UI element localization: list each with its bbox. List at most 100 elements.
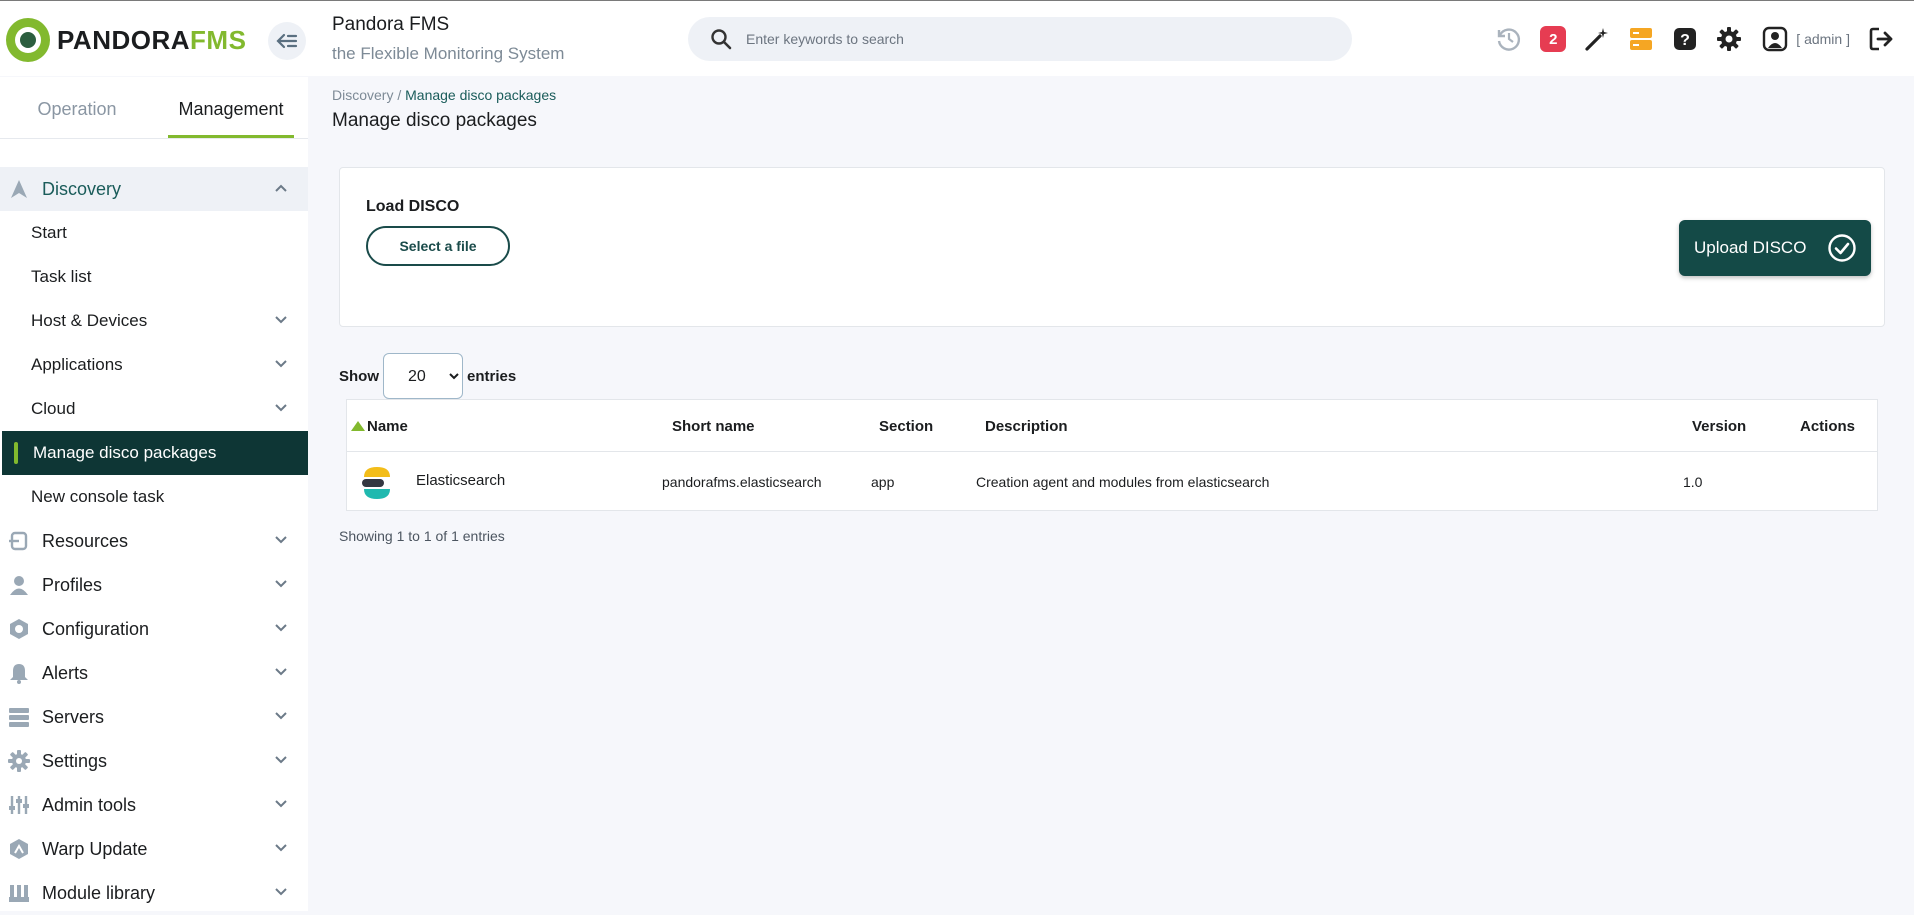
tab-operation[interactable]: Operation <box>0 77 154 138</box>
sidebar-item-host-devices[interactable]: Host & Devices <box>0 299 308 343</box>
chevron-down-icon <box>274 533 288 547</box>
sidebar: Operation Management Discovery Start Tas… <box>0 77 308 911</box>
brand-subtitle: the Flexible Monitoring System <box>332 44 564 64</box>
sidebar-item-label: Module library <box>42 883 155 904</box>
sidebar-item-module-library[interactable]: Module library <box>0 871 308 915</box>
chevron-down-icon <box>274 621 288 635</box>
search-input[interactable] <box>746 31 1246 47</box>
module-library-icon <box>6 880 32 906</box>
chevron-down-icon <box>274 401 288 415</box>
select-file-button[interactable]: Select a file <box>366 226 510 266</box>
collapse-sidebar-button[interactable] <box>268 22 306 60</box>
column-header-name[interactable]: Name <box>367 418 408 435</box>
upload-disco-button[interactable]: Upload DISCO <box>1679 220 1871 276</box>
sidebar-item-label: Resources <box>42 531 128 552</box>
chevron-down-icon <box>274 841 288 855</box>
column-header-section[interactable]: Section <box>879 418 933 435</box>
sidebar-item-admin-tools[interactable]: Admin tools <box>0 783 308 827</box>
chevron-down-icon <box>274 753 288 767</box>
chevron-down-icon <box>274 709 288 723</box>
main-content: Discovery / Manage disco packages Manage… <box>308 77 1914 911</box>
column-header-version[interactable]: Version <box>1692 418 1746 435</box>
sidebar-item-configuration[interactable]: Configuration <box>0 607 308 651</box>
table-row: Elasticsearch pandorafms.elasticsearch a… <box>347 452 1877 510</box>
sort-ascending-icon[interactable] <box>351 421 365 431</box>
sidebar-item-label: Configuration <box>42 619 149 640</box>
sidebar-item-label: Admin tools <box>42 795 136 816</box>
sidebar-item-new-console-task[interactable]: New console task <box>0 475 308 519</box>
sidebar-item-manage-disco-packages[interactable]: Manage disco packages <box>2 431 308 475</box>
notifications-badge: 2 <box>1540 26 1566 52</box>
chevron-down-icon <box>274 885 288 899</box>
sidebar-menu: Discovery Start Task list Host & Devices… <box>0 167 308 915</box>
user-name: [ admin ] <box>1796 31 1850 47</box>
sidebar-item-label: Profiles <box>42 575 102 596</box>
sidebar-item-task-list[interactable]: Task list <box>0 255 308 299</box>
sidebar-item-label: Settings <box>42 751 107 772</box>
sidebar-item-start[interactable]: Start <box>0 211 308 255</box>
sidebar-item-applications[interactable]: Applications <box>0 343 308 387</box>
logo-text: PANDORAFMS <box>57 25 246 56</box>
page-size-select[interactable]: 20 <box>383 353 463 399</box>
magic-wand-icon[interactable] <box>1582 24 1612 54</box>
sidebar-item-alerts[interactable]: Alerts <box>0 651 308 695</box>
column-header-description[interactable]: Description <box>985 418 1068 435</box>
row-description: Creation agent and modules from elastics… <box>976 474 1269 490</box>
row-short-name: pandorafms.elasticsearch <box>662 474 822 490</box>
sidebar-item-profiles[interactable]: Profiles <box>0 563 308 607</box>
top-bar: PANDORAFMS Pandora FMS the Flexible Moni… <box>0 0 1914 76</box>
pandora-logo[interactable]: PANDORAFMS <box>6 17 246 63</box>
svg-text:?: ? <box>1680 32 1690 49</box>
servers-icon <box>6 704 32 730</box>
column-header-short-name[interactable]: Short name <box>672 418 755 435</box>
entries-label: entries <box>467 368 516 385</box>
chevron-down-icon <box>274 665 288 679</box>
chevron-down-icon <box>274 357 288 371</box>
sidebar-item-label: Applications <box>31 355 123 375</box>
upload-disco-label: Upload DISCO <box>1694 238 1806 258</box>
page-title: Manage disco packages <box>332 110 537 132</box>
table-header: Name Short name Section Description Vers… <box>347 400 1877 452</box>
breadcrumb-root[interactable]: Discovery / <box>332 87 401 103</box>
row-section: app <box>871 474 894 490</box>
breadcrumb-current[interactable]: Manage disco packages <box>405 87 556 103</box>
sidebar-item-discovery[interactable]: Discovery <box>0 167 308 211</box>
sidebar-item-label: Discovery <box>42 179 121 200</box>
row-name: Elasticsearch <box>416 472 505 489</box>
history-icon[interactable] <box>1494 24 1524 54</box>
search-bar[interactable] <box>688 17 1352 61</box>
column-header-actions: Actions <box>1800 418 1855 435</box>
sidebar-item-label: Cloud <box>31 399 75 419</box>
logout-icon[interactable] <box>1866 24 1896 54</box>
user-icon <box>6 572 32 598</box>
sidebar-item-label: Alerts <box>42 663 88 684</box>
sidebar-item-resources[interactable]: Resources <box>0 519 308 563</box>
row-version: 1.0 <box>1683 474 1702 490</box>
notifications-button[interactable]: 2 <box>1538 24 1568 54</box>
help-icon[interactable]: ? <box>1670 24 1700 54</box>
search-icon <box>710 28 732 50</box>
sidebar-item-cloud[interactable]: Cloud <box>0 387 308 431</box>
server-status-icon[interactable] <box>1626 24 1656 54</box>
resources-icon <box>6 528 32 554</box>
brand: Pandora FMS the Flexible Monitoring Syst… <box>332 14 564 64</box>
discovery-icon <box>6 176 32 202</box>
tab-management[interactable]: Management <box>154 77 308 138</box>
breadcrumb: Discovery / Manage disco packages <box>332 87 556 103</box>
sidebar-item-warp-update[interactable]: Warp Update <box>0 827 308 871</box>
brand-title: Pandora FMS <box>332 14 564 36</box>
bell-icon <box>6 660 32 686</box>
gear-icon[interactable] <box>1714 24 1744 54</box>
sidebar-item-settings[interactable]: Settings <box>0 739 308 783</box>
sliders-icon <box>6 792 32 818</box>
pandora-logo-icon <box>6 18 50 62</box>
sidebar-tabs: Operation Management <box>0 77 308 139</box>
disco-packages-table: Name Short name Section Description Vers… <box>346 399 1878 511</box>
load-disco-label: Load DISCO <box>366 198 459 216</box>
warp-update-icon <box>6 836 32 862</box>
top-icons: 2 ? [ admin ] <box>1480 23 1914 55</box>
user-menu[interactable]: [ admin ] <box>1760 24 1850 54</box>
load-disco-card: Load DISCO Select a file Upload DISCO <box>339 167 1885 327</box>
user-avatar-icon <box>1760 24 1790 54</box>
sidebar-item-servers[interactable]: Servers <box>0 695 308 739</box>
